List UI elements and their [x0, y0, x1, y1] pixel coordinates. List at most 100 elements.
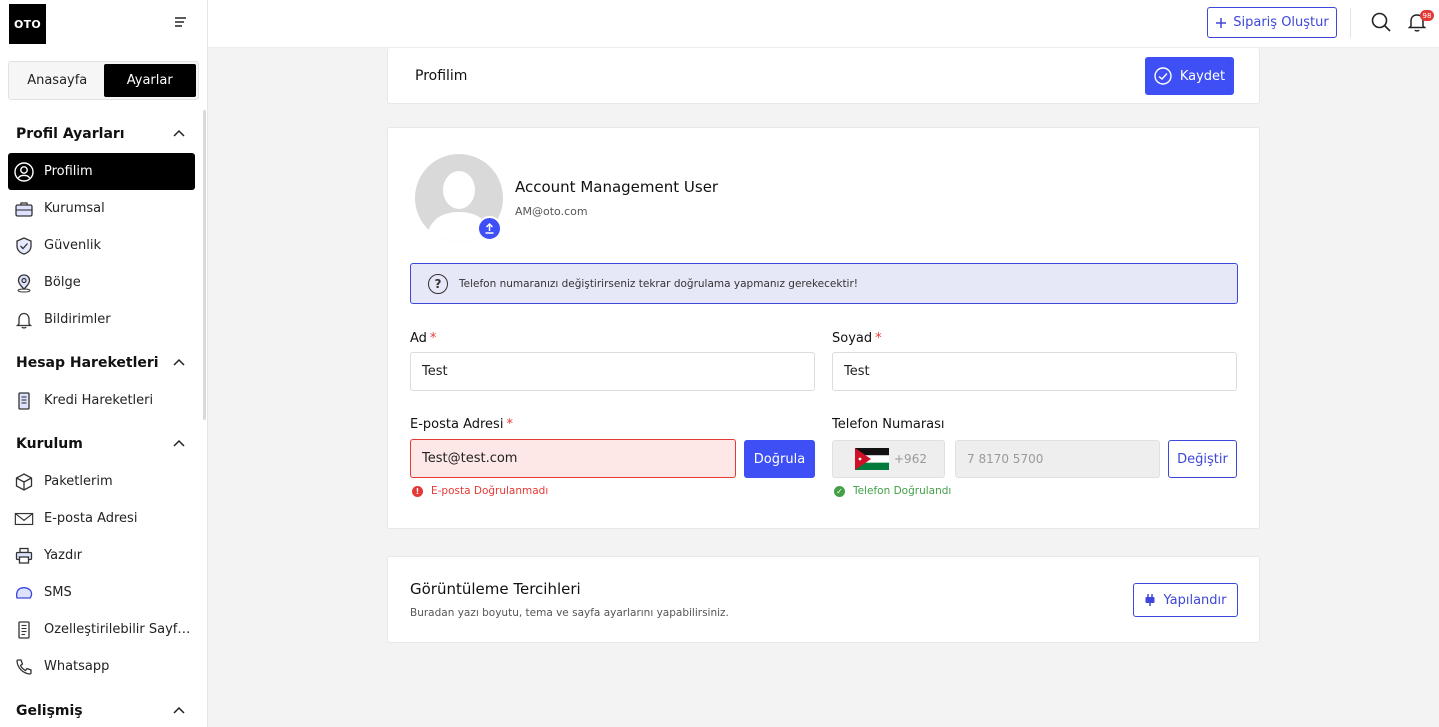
input-value: Test@test.com [422, 451, 518, 466]
sms-icon [14, 583, 34, 603]
sidebar-item-label: Profilim [44, 164, 93, 179]
sidebar: OTO Anasayfa Ayarlar Profil Ayarları Pro… [0, 0, 208, 727]
display-subtitle: Buradan yazı boyutu, tema ve sayfa ayarl… [410, 607, 729, 619]
chevron-up-icon [173, 358, 185, 366]
package-icon [14, 472, 34, 492]
save-button[interactable]: Kaydet [1145, 57, 1234, 95]
sidebar-item-label: SMS [44, 585, 72, 600]
jordan-flag-icon [855, 448, 889, 470]
sidebar-item-sms[interactable]: SMS [8, 574, 195, 611]
sidebar-scrollbar[interactable] [203, 110, 206, 420]
sidebar-item-label: E-posta Adresi [44, 511, 138, 526]
display-title: Görüntüleme Tercihleri [410, 580, 581, 598]
label-text: E-posta Adresi [410, 417, 504, 432]
verify-email-button[interactable]: Doğrula [744, 440, 815, 478]
shield-icon [14, 236, 34, 256]
menu-collapse-icon[interactable] [172, 14, 188, 30]
first-name-input[interactable]: Test [410, 352, 815, 391]
email-label: E-posta Adresi * [410, 417, 513, 432]
input-value: 7 8170 5700 [967, 452, 1044, 466]
plug-icon [1145, 594, 1155, 606]
phone-icon [14, 657, 34, 677]
email-error-message: ! E-posta Doğrulanmadı [412, 485, 548, 497]
info-alert: ? Telefon numaranızı değiştirirseniz tek… [410, 263, 1238, 304]
sidebar-item-label: Bölge [44, 275, 81, 290]
last-name-input[interactable]: Test [832, 352, 1237, 391]
sidebar-item-profilim[interactable]: Profilim [8, 153, 195, 190]
last-name-label: Soyad * [832, 331, 882, 346]
segment-home[interactable]: Anasayfa [11, 64, 104, 97]
section-title: Gelişmiş [16, 703, 83, 719]
required-mark: * [875, 331, 882, 346]
chevron-up-icon [173, 129, 185, 137]
input-value: Test [422, 364, 448, 379]
sidebar-item-label: Güvenlik [44, 238, 101, 253]
sidebar-item-bildirimler[interactable]: Bildirimler [8, 301, 195, 338]
sidebar-item-label: Yazdır [44, 548, 83, 563]
phone-input[interactable]: 7 8170 5700 [955, 440, 1160, 478]
section-title: Kurulum [16, 436, 83, 452]
sidebar-item-bolge[interactable]: Bölge [8, 264, 195, 301]
receipt-icon [14, 391, 34, 411]
sidebar-item-label: Paketlerim [44, 474, 113, 489]
sidebar-item-label: Kurumsal [44, 201, 105, 216]
email-input[interactable]: Test@test.com [410, 439, 736, 478]
sidebar-item-kurumsal[interactable]: Kurumsal [8, 190, 195, 227]
top-bar: Sipariş Oluştur 98 [208, 0, 1439, 48]
phone-verified-message: ✓ Telefon Doğrulandı [834, 485, 951, 497]
user-email: AM@oto.com [515, 205, 588, 218]
required-mark: * [506, 417, 513, 432]
error-text: E-posta Doğrulanmadı [431, 485, 549, 497]
error-icon: ! [412, 485, 423, 497]
phone-label: Telefon Numarası [832, 417, 945, 432]
info-text: Telefon numaranızı değiştirirseniz tekra… [459, 277, 859, 290]
section-profile-settings[interactable]: Profil Ayarları [16, 126, 186, 142]
section-title: Hesap Hareketleri [16, 355, 159, 371]
profile-card: Account Management User AM@oto.com ? Tel… [387, 127, 1260, 529]
sidebar-item-paketlerim[interactable]: Paketlerim [8, 463, 195, 500]
first-name-label: Ad * [410, 331, 436, 346]
input-value: Test [844, 364, 870, 379]
briefcase-icon [14, 199, 34, 219]
question-icon: ? [428, 273, 448, 294]
section-advanced[interactable]: Gelişmiş [16, 703, 186, 719]
page-icon [14, 620, 34, 640]
configure-button[interactable]: Yapılandır [1133, 583, 1238, 617]
location-pin-icon [14, 273, 34, 293]
sidebar-item-eposta-adresi[interactable]: E-posta Adresi [8, 500, 195, 537]
label-text: Ad [410, 331, 427, 346]
upload-photo-icon[interactable] [477, 216, 502, 241]
chevron-up-icon [173, 439, 185, 447]
printer-icon [14, 546, 34, 566]
country-code-select[interactable]: +962 [832, 440, 945, 478]
sidebar-item-yazdir[interactable]: Yazdır [8, 537, 195, 574]
search-icon[interactable] [1370, 11, 1392, 33]
sidebar-item-guvenlik[interactable]: Güvenlik [8, 227, 195, 264]
sidebar-item-ozellestirilebilir-sayfa[interactable]: Özelleştirilebilir Sayfa... [8, 611, 195, 648]
user-name: Account Management User [515, 178, 719, 196]
divider [1350, 8, 1351, 38]
sidebar-item-label: Kredi Hareketleri [44, 393, 154, 408]
status-text: Telefon Doğrulandı [853, 485, 952, 497]
section-title: Profil Ayarları [16, 126, 125, 142]
configure-label: Yapılandır [1163, 592, 1227, 608]
sidebar-item-label: Özelleştirilebilir Sayfa... [44, 622, 194, 637]
sidebar-item-whatsapp[interactable]: Whatsapp [8, 648, 195, 685]
check-icon: ✓ [834, 485, 845, 497]
country-code: +962 [894, 452, 927, 466]
segment-settings[interactable]: Ayarlar [103, 64, 196, 97]
bell-icon [14, 310, 34, 330]
save-label: Kaydet [1179, 68, 1226, 84]
section-account-activity[interactable]: Hesap Hareketleri [16, 355, 186, 371]
sidebar-item-kredi-hareketleri[interactable]: Kredi Hareketleri [8, 382, 195, 419]
oto-logo[interactable]: OTO [9, 4, 46, 44]
change-phone-button[interactable]: Değiştir [1168, 440, 1237, 478]
display-preferences-card: Görüntüleme Tercihleri Buradan yazı boyu… [387, 556, 1260, 643]
user-circle-icon [14, 161, 34, 182]
notification-badge: 98 [1420, 10, 1434, 21]
home-settings-toggle: Anasayfa Ayarlar [8, 61, 199, 100]
section-setup[interactable]: Kurulum [16, 436, 186, 452]
label-text: Soyad [832, 331, 873, 346]
create-order-button[interactable]: Sipariş Oluştur [1207, 7, 1337, 38]
sidebar-item-label: Whatsapp [44, 659, 110, 674]
